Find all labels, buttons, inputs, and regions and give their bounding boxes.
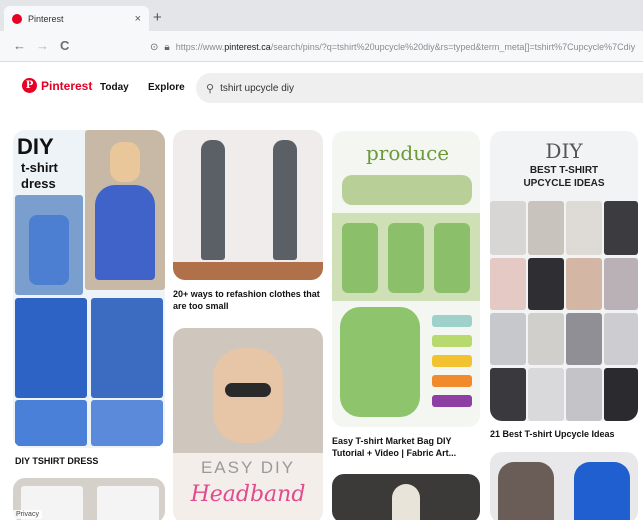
search-icon: ⚲ xyxy=(206,82,215,95)
address-bar[interactable]: ⊙ 🔒︎ https://www. pinterest.ca/search/pin… xyxy=(150,37,643,57)
pin-refashion-clothes[interactable] xyxy=(173,130,323,280)
headband-title: EASY DIY xyxy=(200,458,296,477)
search-input[interactable]: ⚲ tshirt upcycle diy xyxy=(196,73,643,103)
pinterest-header: P Pinterest Today Explore ⚲ tshirt upcyc… xyxy=(0,62,643,114)
privacy-link[interactable]: Privacy xyxy=(13,510,42,519)
pin-title-diy: DIY xyxy=(17,134,54,159)
white-tshirt-photo-2 xyxy=(97,486,159,520)
tie-dye-shirt-photo-4 xyxy=(91,400,163,446)
browser-tab-strip: Pinterest × + xyxy=(0,0,643,31)
browser-tab[interactable]: Pinterest × xyxy=(4,6,149,31)
tab-title: Pinterest xyxy=(28,13,64,24)
browser-toolbar: ← → C ⊙ 🔒︎ https://www. pinterest.ca/sear… xyxy=(0,31,643,62)
dress-photo xyxy=(85,130,165,290)
tie-dye-shirt-photo-3 xyxy=(15,400,87,446)
search-value: tshirt upcycle diy xyxy=(220,82,294,94)
tie-dye-shirt-photo-2 xyxy=(91,298,163,398)
headband-script: Headband xyxy=(190,482,306,507)
pinterest-logo-icon: P xyxy=(22,78,37,93)
pin-caption-market-bag[interactable]: Easy T-shirt Market Bag DIY Tutorial + V… xyxy=(332,435,480,459)
nav-explore[interactable]: Explore xyxy=(148,82,185,93)
upcycle-title-best: BEST T-SHIRT xyxy=(529,165,599,176)
lock-icon: 🔒︎ xyxy=(164,41,170,53)
url-path: /search/pins/?q=tshirt%20upcycle%20diy&r… xyxy=(270,42,636,52)
reload-button[interactable]: C xyxy=(60,38,69,53)
pin-easy-diy-headband[interactable]: EASY DIY Headband xyxy=(173,328,323,520)
url-domain: pinterest.ca xyxy=(224,42,271,52)
produce-overlay-text: produce xyxy=(366,141,450,165)
pin-title-tshirt: t-shirt xyxy=(21,160,58,175)
pin-best-tshirt-upcycle[interactable]: DIY BEST T-SHIRT UPCYCLE IDEAS xyxy=(490,131,638,421)
forward-button[interactable]: → xyxy=(36,38,49,53)
url-prefix: https://www. xyxy=(175,42,225,52)
pin-caption-upcycle-ideas[interactable]: 21 Best T-shirt Upcycle Ideas xyxy=(490,428,638,440)
new-tab-button[interactable]: + xyxy=(153,9,162,26)
nav-today[interactable]: Today xyxy=(100,82,129,93)
pin-caption-diy-tshirt-dress[interactable]: DIY TSHIRT DRESS xyxy=(15,455,98,467)
logo-text: Pinterest xyxy=(41,78,93,93)
upcycle-title-ideas: UPCYCLE IDEAS xyxy=(523,178,605,189)
pin-lamp-photo[interactable] xyxy=(332,474,480,520)
pinterest-logo[interactable]: P Pinterest xyxy=(22,78,92,93)
pin-tank-tops[interactable] xyxy=(490,452,638,520)
tie-dye-shirt-photo-1 xyxy=(15,298,87,398)
tie-dye-dress-photo xyxy=(15,195,83,295)
pin-title-dress: dress xyxy=(21,176,56,191)
upcycle-title-diy: DIY xyxy=(545,139,583,163)
pinterest-favicon-icon xyxy=(12,13,22,24)
pin-diy-tshirt-dress[interactable]: DIY t-shirt dress xyxy=(13,130,165,448)
pin-caption-refashion[interactable]: 20+ ways to refashion clothes that are t… xyxy=(173,288,323,312)
back-button[interactable]: ← xyxy=(13,38,26,53)
close-tab-icon[interactable]: × xyxy=(135,13,141,25)
site-info-icon[interactable]: ⊙ xyxy=(150,42,158,53)
pin-market-bag[interactable]: produce xyxy=(332,131,480,427)
screen: { "browser": { "tab_title": "Pinterest",… xyxy=(0,0,643,520)
